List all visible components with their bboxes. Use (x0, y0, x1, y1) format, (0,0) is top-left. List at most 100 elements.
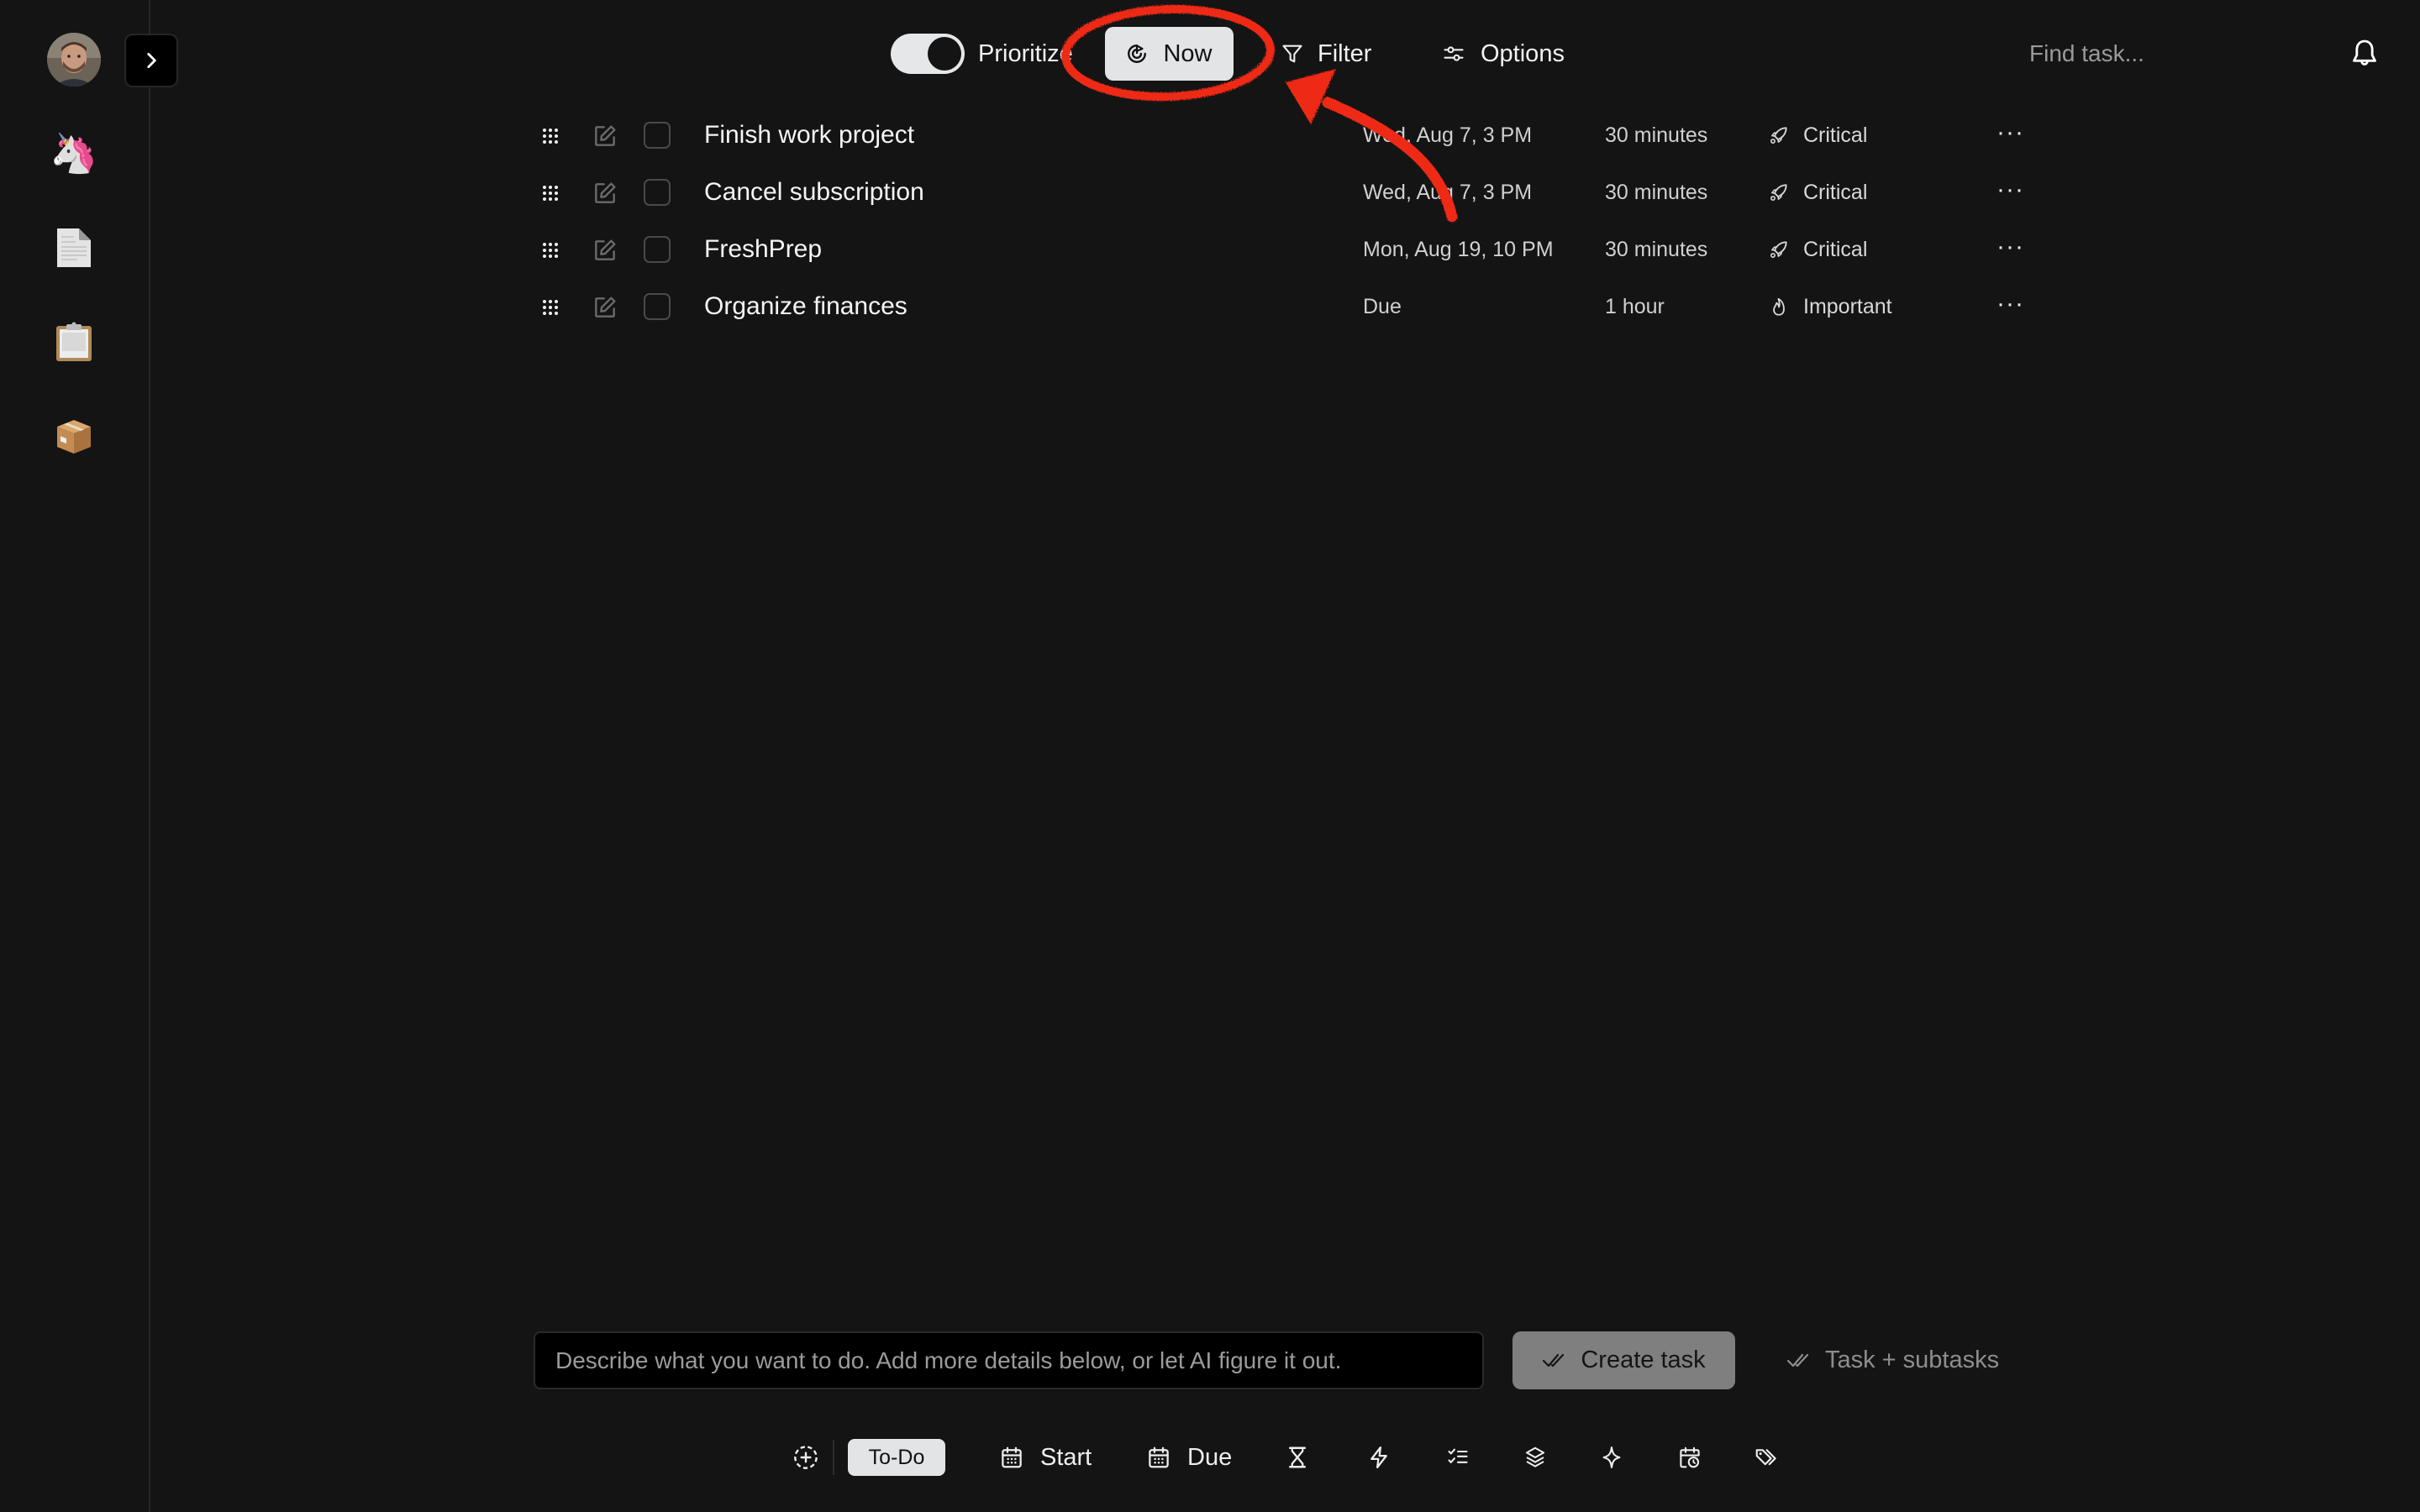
create-task-label: Create task (1581, 1347, 1706, 1373)
sidebar-divider (149, 0, 150, 1512)
expand-sidebar-button[interactable] (124, 34, 178, 87)
prioritize-toggle[interactable] (891, 34, 965, 74)
project-button[interactable] (1521, 1443, 1549, 1472)
task-row[interactable]: Finish work project Wed, Aug 7, 3 PM 30 … (521, 110, 2033, 160)
clipboard-icon (56, 322, 92, 361)
calendar-icon (1149, 1446, 1169, 1468)
package-icon (57, 420, 91, 454)
task-row[interactable]: Cancel subscription Wed, Aug 7, 3 PM 30 … (521, 167, 2033, 218)
avatar[interactable] (47, 33, 101, 87)
edit-icon[interactable] (592, 237, 618, 264)
task-checkbox[interactable] (644, 179, 671, 206)
subtasks-button[interactable] (1444, 1443, 1472, 1472)
double-check-icon (1543, 1353, 1565, 1367)
filter-icon (1282, 45, 1302, 63)
drag-handle-icon[interactable] (542, 299, 559, 316)
start-date-icon-wrap[interactable] (997, 1443, 1026, 1472)
add-circle-icon (794, 1446, 818, 1469)
status-select[interactable]: To-Do (848, 1439, 945, 1476)
calendar-icon (1002, 1446, 1022, 1468)
options-button[interactable]: Options (1442, 34, 1565, 74)
task-checkbox[interactable] (644, 293, 671, 320)
status-label: To-Do (868, 1445, 925, 1469)
task-date[interactable]: Due (1363, 281, 1402, 332)
toolbar-divider (833, 1440, 834, 1475)
edit-icon[interactable] (592, 123, 618, 150)
due-date-icon-wrap[interactable] (1144, 1443, 1173, 1472)
edit-icon[interactable] (592, 294, 618, 321)
task-duration[interactable]: 30 minutes (1605, 224, 1707, 275)
calendar-clock-icon (1680, 1446, 1700, 1468)
task-priority[interactable]: Important (1803, 281, 1892, 332)
document-icon (57, 228, 91, 267)
sidebar-item-clipboard[interactable] (49, 317, 99, 367)
task-priority[interactable]: Critical (1803, 224, 1867, 275)
filter-label: Filter (1318, 40, 1372, 67)
task-priority[interactable]: Critical (1803, 110, 1867, 160)
layers-icon (1525, 1446, 1545, 1467)
edit-icon[interactable] (592, 180, 618, 207)
due-date-button[interactable]: Due (1187, 1439, 1232, 1476)
hourglass-icon (1289, 1446, 1306, 1468)
task-title[interactable]: Cancel subscription (704, 167, 924, 218)
task-duration[interactable]: 30 minutes (1605, 110, 1707, 160)
rocket-icon (1770, 241, 1787, 259)
prioritize-label: Prioritize (978, 40, 1073, 67)
options-label: Options (1481, 40, 1565, 67)
task-duration[interactable]: 30 minutes (1605, 167, 1707, 218)
target-arrow-icon (1128, 45, 1147, 63)
task-subtasks-label: Task + subtasks (1825, 1347, 2000, 1373)
create-task-button[interactable]: Create task (1512, 1331, 1735, 1389)
double-check-icon (1786, 1353, 1809, 1367)
sidebar-item-package[interactable] (49, 410, 99, 460)
now-label: Now (1163, 39, 1213, 67)
now-button[interactable]: Now (1105, 27, 1234, 81)
filter-button[interactable]: Filter (1281, 34, 1371, 74)
unicorn-icon: 🦄 (50, 130, 98, 175)
tags-icon (1755, 1449, 1776, 1466)
chevron-right-icon (147, 53, 156, 68)
search-input[interactable] (2017, 34, 2294, 74)
task-priority[interactable]: Critical (1803, 167, 1867, 218)
notifications-button[interactable] (2348, 36, 2381, 71)
rocket-icon (1770, 127, 1787, 144)
task-row[interactable]: Organize finances Due 1 hour Important ·… (521, 281, 2033, 332)
tags-button[interactable] (1752, 1443, 1781, 1472)
more-options-icon[interactable]: ··· (1996, 281, 2024, 327)
task-checkbox[interactable] (644, 122, 671, 149)
schedule-button[interactable] (1676, 1443, 1704, 1472)
task-date[interactable]: Mon, Aug 19, 10 PM (1363, 224, 1554, 275)
flame-icon (1773, 297, 1785, 316)
toggle-knob (928, 37, 961, 71)
energy-button[interactable] (1365, 1443, 1393, 1472)
task-title[interactable]: FreshPrep (704, 224, 822, 275)
ai-button[interactable] (1597, 1443, 1626, 1472)
more-options-icon[interactable]: ··· (1996, 167, 2024, 213)
task-checkbox[interactable] (644, 236, 671, 263)
sparkle-icon (1602, 1446, 1621, 1468)
task-date[interactable]: Wed, Aug 7, 3 PM (1363, 167, 1532, 218)
task-subtasks-button[interactable]: Task + subtasks (1786, 1331, 1999, 1389)
task-duration[interactable]: 1 hour (1605, 281, 1665, 332)
sliders-icon (1444, 46, 1464, 61)
task-title[interactable]: Organize finances (704, 281, 908, 332)
sidebar-item-document[interactable] (49, 223, 99, 273)
drag-handle-icon[interactable] (542, 242, 559, 259)
drag-handle-icon[interactable] (542, 185, 559, 202)
more-options-icon[interactable]: ··· (1996, 110, 2024, 155)
drag-handle-icon[interactable] (542, 128, 559, 144)
sidebar-item-unicorn[interactable]: 🦄 (49, 128, 99, 178)
duration-button[interactable] (1283, 1443, 1312, 1472)
task-date[interactable]: Wed, Aug 7, 3 PM (1363, 110, 1532, 160)
task-description-input[interactable] (534, 1331, 1484, 1389)
avatar-photo (47, 33, 101, 87)
rocket-icon (1770, 184, 1787, 202)
task-row[interactable]: FreshPrep Mon, Aug 19, 10 PM 30 minutes … (521, 224, 2033, 275)
start-date-button[interactable]: Start (1040, 1439, 1092, 1476)
lightning-icon (1370, 1446, 1387, 1468)
task-title[interactable]: Finish work project (704, 110, 914, 160)
more-options-icon[interactable]: ··· (1996, 224, 2024, 270)
add-property-button[interactable] (792, 1443, 820, 1472)
checklist-icon (1448, 1448, 1468, 1463)
bell-icon (2353, 39, 2376, 66)
